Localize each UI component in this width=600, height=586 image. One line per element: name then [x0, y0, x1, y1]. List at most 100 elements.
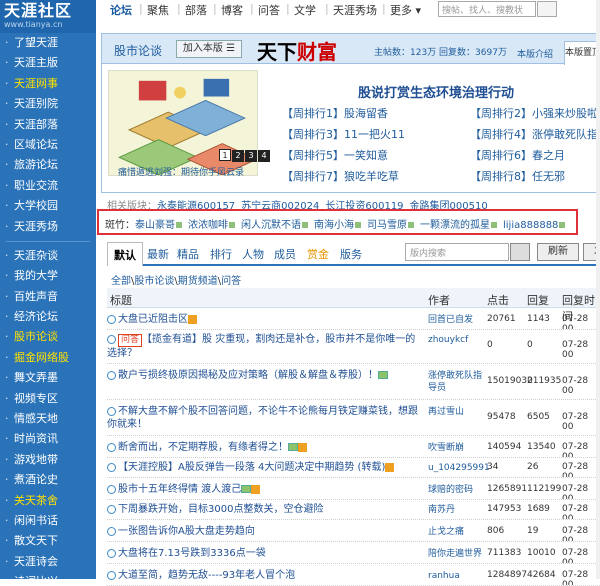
board-tab[interactable]: 默认 — [107, 242, 143, 266]
table-row[interactable]: 大道至简，趋势无敌----93年老人冒个泡 ranhua 1284897 42684 0… — [107, 566, 600, 586]
moderator-link[interactable]: 南海小海 — [314, 220, 361, 231]
join-board-button[interactable]: 加入本版 ☰ — [176, 40, 242, 58]
post-title[interactable]: 【揽金有道】股 灾重现，割肉还是补仓，股市并不是你唯一的选择？ — [107, 334, 415, 359]
post-author[interactable]: 南苏丹 — [428, 504, 484, 516]
board-tab[interactable]: 成员 — [274, 246, 296, 262]
moderator-link[interactable]: 一颗漂流的孤星 — [420, 220, 497, 231]
illustration-caption[interactable]: 痛惜遁逃刘强：期待你手风云录 — [118, 165, 244, 178]
post-title[interactable]: 大盘将在7.13号跌到3336点一袋 — [118, 548, 266, 559]
sidebar-item[interactable]: · 经济论坛 — [0, 307, 96, 327]
post-title[interactable]: 大道至简，趋势无敌----93年老人冒个泡 — [118, 570, 295, 581]
board-tab[interactable]: 排行 — [210, 246, 232, 262]
sidebar-item[interactable]: · 散文天下 — [0, 531, 96, 551]
carousel-dot[interactable]: 3 — [245, 150, 257, 162]
sidebar-item[interactable]: · 游戏地带 — [0, 450, 96, 470]
topnav-item[interactable]: 部落 — [185, 2, 207, 18]
topnav-item[interactable]: 更多 ▾ — [390, 2, 421, 18]
post-author[interactable]: 吹雪断崩 — [428, 442, 484, 454]
post-title-cell[interactable]: 大道至简，趋势无敌----93年老人冒个泡 — [107, 569, 419, 582]
sidebar-item[interactable]: · 时尚资讯 — [0, 429, 96, 449]
table-row[interactable]: 断舍而出，不定期荐股，有缘者得之！ 吹雪断崩 140594 13540 07-28 00 — [107, 438, 600, 458]
post-title-cell[interactable]: 不解大盘不解个股不回答问题，不论牛不论熊每月铁定赚菜钱，想跟你就来！ — [107, 405, 419, 431]
table-row[interactable]: 一张图告诉你A股大盘走势趋向 止戈之痛 806 19 07-28 00 — [107, 522, 600, 542]
sidebar-item[interactable]: ·诗词比兴 — [0, 572, 96, 579]
page-scrollbar[interactable] — [596, 0, 600, 579]
post-author[interactable]: 陪你走遍世界 — [428, 548, 484, 560]
moderator-link[interactable]: 闲人沉默不语 — [241, 220, 308, 231]
weekly-rank-link[interactable]: 【周排行6】春之月 — [470, 147, 565, 163]
post-title-cell[interactable]: 下周暴跌开始，目标3000点整数关，空仓避险 — [107, 503, 419, 516]
board-search-input[interactable]: 版内搜索 — [405, 243, 509, 261]
carousel-dot[interactable]: 2 — [232, 150, 244, 162]
sidebar-item[interactable]: · 掘金网络股 — [0, 348, 96, 368]
post-author[interactable]: ranhua — [428, 570, 484, 582]
table-row[interactable]: 问答 【揽金有道】股 灾重现，割肉还是补仓，股市并不是你唯一的选择？ zhouykc… — [107, 330, 600, 364]
sidebar-item[interactable]: · 区域论坛 — [0, 135, 96, 155]
post-author[interactable]: 止戈之痛 — [428, 526, 484, 538]
post-title[interactable]: 股市十五年终得情 渡人渡己 — [118, 484, 241, 495]
post-title-cell[interactable]: 股市十五年终得情 渡人渡己 — [107, 483, 419, 496]
post-title[interactable]: 下周暴跌开始，目标3000点整数关，空仓避险 — [118, 504, 323, 515]
breadcrumb-qa[interactable]: 问答 — [221, 276, 241, 287]
weekly-rank-link[interactable]: 【周排行2】小强来炒股啦 — [470, 105, 598, 121]
post-title-cell[interactable]: 问答 【揽金有道】股 灾重现，割肉还是补仓，股市并不是你唯一的选择？ — [107, 333, 419, 360]
moderator-link[interactable]: 泰山豪哥 — [135, 220, 182, 231]
sidebar-item[interactable]: · 天涯网事 — [0, 74, 96, 94]
moderator-link[interactable]: 浓浓咖啡 — [188, 220, 235, 231]
weekly-rank-link[interactable]: 【周排行7】狼吃羊吃草 — [282, 168, 399, 184]
refresh-button[interactable]: 刷新 — [537, 243, 579, 261]
post-title[interactable]: 【天涯控股】A股反弹告一段落 4大问题决定中期趋势 (转载) — [118, 462, 385, 473]
weekly-rank-link[interactable]: 【周排行1】股海留香 — [282, 105, 388, 121]
topnav-item[interactable]: 问答 — [258, 2, 280, 18]
table-row[interactable]: 大盘已近阻击区 回首已自发 20761 1143 07-28 00 — [107, 310, 600, 330]
board-headline[interactable]: 股说打赏生态环境治理行动 — [358, 82, 514, 101]
post-title[interactable]: 大盘已近阻击区 — [118, 314, 188, 325]
sidebar-item[interactable]: · 天涯秀场 — [0, 217, 96, 237]
moderator-link[interactable]: 司马雪原 — [367, 220, 414, 231]
post-title[interactable]: 断舍而出，不定期荐股，有缘者得之！ — [118, 442, 288, 453]
weekly-rank-link[interactable]: 【周排行4】涨停敢死队指导员 — [470, 126, 600, 142]
board-tab[interactable]: 版务 — [340, 246, 362, 262]
post-author[interactable]: 涨停敢死队指导员 — [428, 370, 484, 394]
sidebar-item[interactable]: · 情感天地 — [0, 409, 96, 429]
sidebar-item[interactable]: · 大学校园 — [0, 196, 96, 216]
sidebar-item[interactable]: · 天涯主版 — [0, 53, 96, 73]
topnav-item[interactable]: 聚焦 — [147, 2, 169, 18]
weekly-rank-link[interactable]: 【周排行8】任无邪 — [470, 168, 565, 184]
post-title-cell[interactable]: 【天涯控股】A股反弹告一段落 4大问题决定中期趋势 (转载) — [107, 461, 419, 474]
post-title-cell[interactable]: 大盘已近阻击区 — [107, 313, 419, 326]
board-tab[interactable]: 人物 — [242, 246, 264, 262]
sidebar-item[interactable]: · 百姓声音 — [0, 287, 96, 307]
post-title[interactable]: 散户亏损终极原因揭秘及应对策略（解股＆解盘＆荐股）！ — [118, 370, 378, 381]
board-intro-link[interactable]: 本版介绍 — [517, 47, 553, 60]
sidebar-item[interactable]: · 煮酒论史 — [0, 470, 96, 490]
sidebar-item[interactable]: · 我的大学 — [0, 266, 96, 286]
table-row[interactable]: 大盘将在7.13号跌到3336点一袋 陪你走遍世界 711383 10010 07-28… — [107, 544, 600, 564]
sidebar-item[interactable]: · 天涯部落 — [0, 115, 96, 135]
weekly-rank-link[interactable]: 【周排行5】一笑知意 — [282, 147, 388, 163]
site-logo[interactable]: 天涯社区 www.tianya.cn — [0, 0, 96, 33]
sidebar-item[interactable]: · 天涯诗会 — [0, 552, 96, 572]
post-author[interactable]: 球赔的密码 — [428, 484, 484, 496]
topnav-item[interactable]: 论坛 — [110, 2, 132, 18]
sidebar-item[interactable]: · 视频专区 — [0, 389, 96, 409]
post-author[interactable]: 回首已自发 — [428, 314, 484, 326]
table-row[interactable]: 散户亏损终极原因揭秘及应对策略（解股＆解盘＆荐股）！ 涨停敢死队指导员 150190… — [107, 366, 600, 400]
moderator-link[interactable]: lijia888888 — [503, 220, 566, 231]
table-row[interactable]: 【天涯控股】A股反弹告一段落 4大问题决定中期趋势 (转载) u_10429599… — [107, 458, 600, 478]
post-title[interactable]: 不解大盘不解个股不回答问题，不论牛不论熊每月铁定赚菜钱，想跟你就来！ — [107, 406, 418, 430]
sidebar-item[interactable]: · 了望天涯 — [0, 33, 96, 53]
sidebar-item[interactable]: · 职业交流 — [0, 176, 96, 196]
table-row[interactable]: 下周暴跌开始，目标3000点整数关，空仓避险 南苏丹 147953 1689 07-28… — [107, 500, 600, 520]
post-title-cell[interactable]: 断舍而出，不定期荐股，有缘者得之！ — [107, 441, 419, 454]
board-tab[interactable]: 赏金 — [307, 246, 329, 262]
topnav-item[interactable]: 博客 — [221, 2, 243, 18]
board-pinned-tab[interactable]: 本版置顶 — [564, 41, 600, 65]
breadcrumb-all[interactable]: 全部 — [111, 276, 131, 287]
breadcrumb-channel[interactable]: 期货频道 — [178, 276, 218, 287]
table-row[interactable]: 不解大盘不解个股不回答问题，不论牛不论熊每月铁定赚菜钱，想跟你就来！ 再过雪山 95… — [107, 402, 600, 436]
sidebar-item[interactable]: · 关天茶舍 — [0, 491, 96, 511]
sidebar-item[interactable]: · 天涯杂谈 — [0, 246, 96, 266]
post-title[interactable]: 一张图告诉你A股大盘走势趋向 — [118, 526, 255, 537]
topnav-item[interactable]: 天涯秀场 — [333, 2, 377, 18]
